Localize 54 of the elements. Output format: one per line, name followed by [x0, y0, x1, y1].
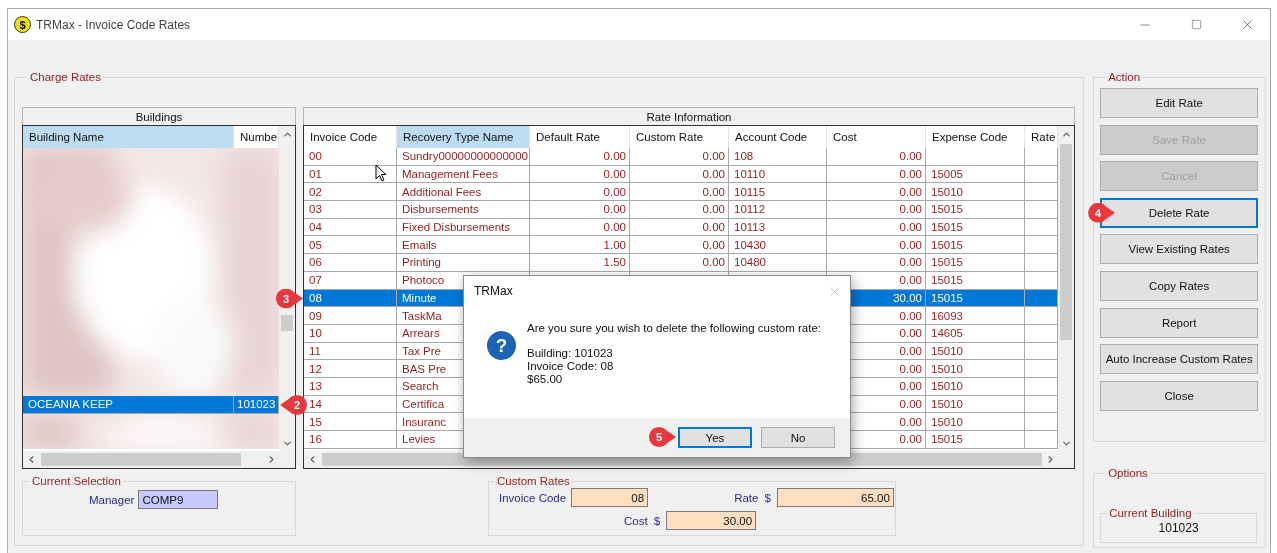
building-number: 101023 [1158, 521, 1199, 537]
table-cell: 1.50 [530, 254, 630, 272]
table-cell: Disbursements [397, 201, 530, 219]
table-cell: 10112 [729, 201, 827, 219]
table-cell: 0.00 [630, 148, 729, 166]
window-title: TRMax - Invoice Code Rates [36, 17, 192, 32]
table-cell: 15015 [926, 201, 1025, 219]
currency-label: $ [653, 514, 661, 527]
table-cell: OCEANIA KEEP [23, 396, 234, 414]
table-cell: 0.00 [827, 254, 926, 272]
detail-text: $65.00 [527, 373, 564, 386]
table-cell: 0.00 [630, 254, 729, 272]
table-cell: 15015 [926, 431, 1025, 449]
table-cell: 0.00 [530, 201, 630, 219]
dialog-message: Are you sure you wish to delete the following custom rate: [527, 322, 822, 335]
app-logo: $ [14, 16, 31, 33]
table-cell: 0.00 [827, 201, 926, 219]
table-cell: 16 [304, 431, 397, 449]
group-title: Custom Rates [496, 474, 571, 488]
table-cell: Sundry00000000000000 [397, 148, 530, 166]
table-cell: 03 [304, 201, 397, 219]
table-cell: 15015 [926, 254, 1025, 272]
table-cell: 14605 [926, 324, 1025, 343]
group-title: Current Building [1108, 506, 1193, 520]
step-badge: 5 [649, 427, 676, 447]
table-cell: 13 [304, 377, 397, 396]
table-cell: 0.00 [827, 148, 926, 166]
field-label: Cost [624, 514, 648, 527]
table-cell: 15010 [926, 360, 1025, 378]
question-icon: ? [487, 331, 516, 360]
group-title: Current Selection [31, 474, 122, 488]
detail-text: Invoice Code: 08 [527, 360, 615, 373]
currency-label: $ [764, 491, 771, 504]
table-cell: 0.00 [530, 148, 630, 166]
table-cell: 06 [304, 254, 397, 272]
table-cell: 16093 [926, 307, 1025, 325]
table-cell: 15010 [926, 377, 1025, 396]
table-cell: 07 [304, 271, 397, 290]
table-cell: 0.00 [630, 201, 729, 219]
field-label: Invoice Code [499, 491, 567, 504]
group-title: Options [1107, 466, 1149, 480]
detail-text: Building: 101023 [527, 347, 614, 360]
table-cell: 10 [304, 324, 397, 343]
group-title: Charge Rates [29, 70, 102, 84]
field-label: Rate [734, 491, 759, 504]
table-cell: 12 [304, 360, 397, 378]
table-cell: Printing [397, 254, 530, 272]
table-cell: 108 [729, 148, 827, 166]
table-cell: 00 [304, 148, 397, 166]
group-title: Action [1107, 70, 1142, 84]
table-cell: 15015 [926, 271, 1025, 290]
table-cell: 09 [304, 307, 397, 325]
field-label: Manager [89, 493, 135, 506]
table-cell: 10480 [729, 254, 827, 272]
